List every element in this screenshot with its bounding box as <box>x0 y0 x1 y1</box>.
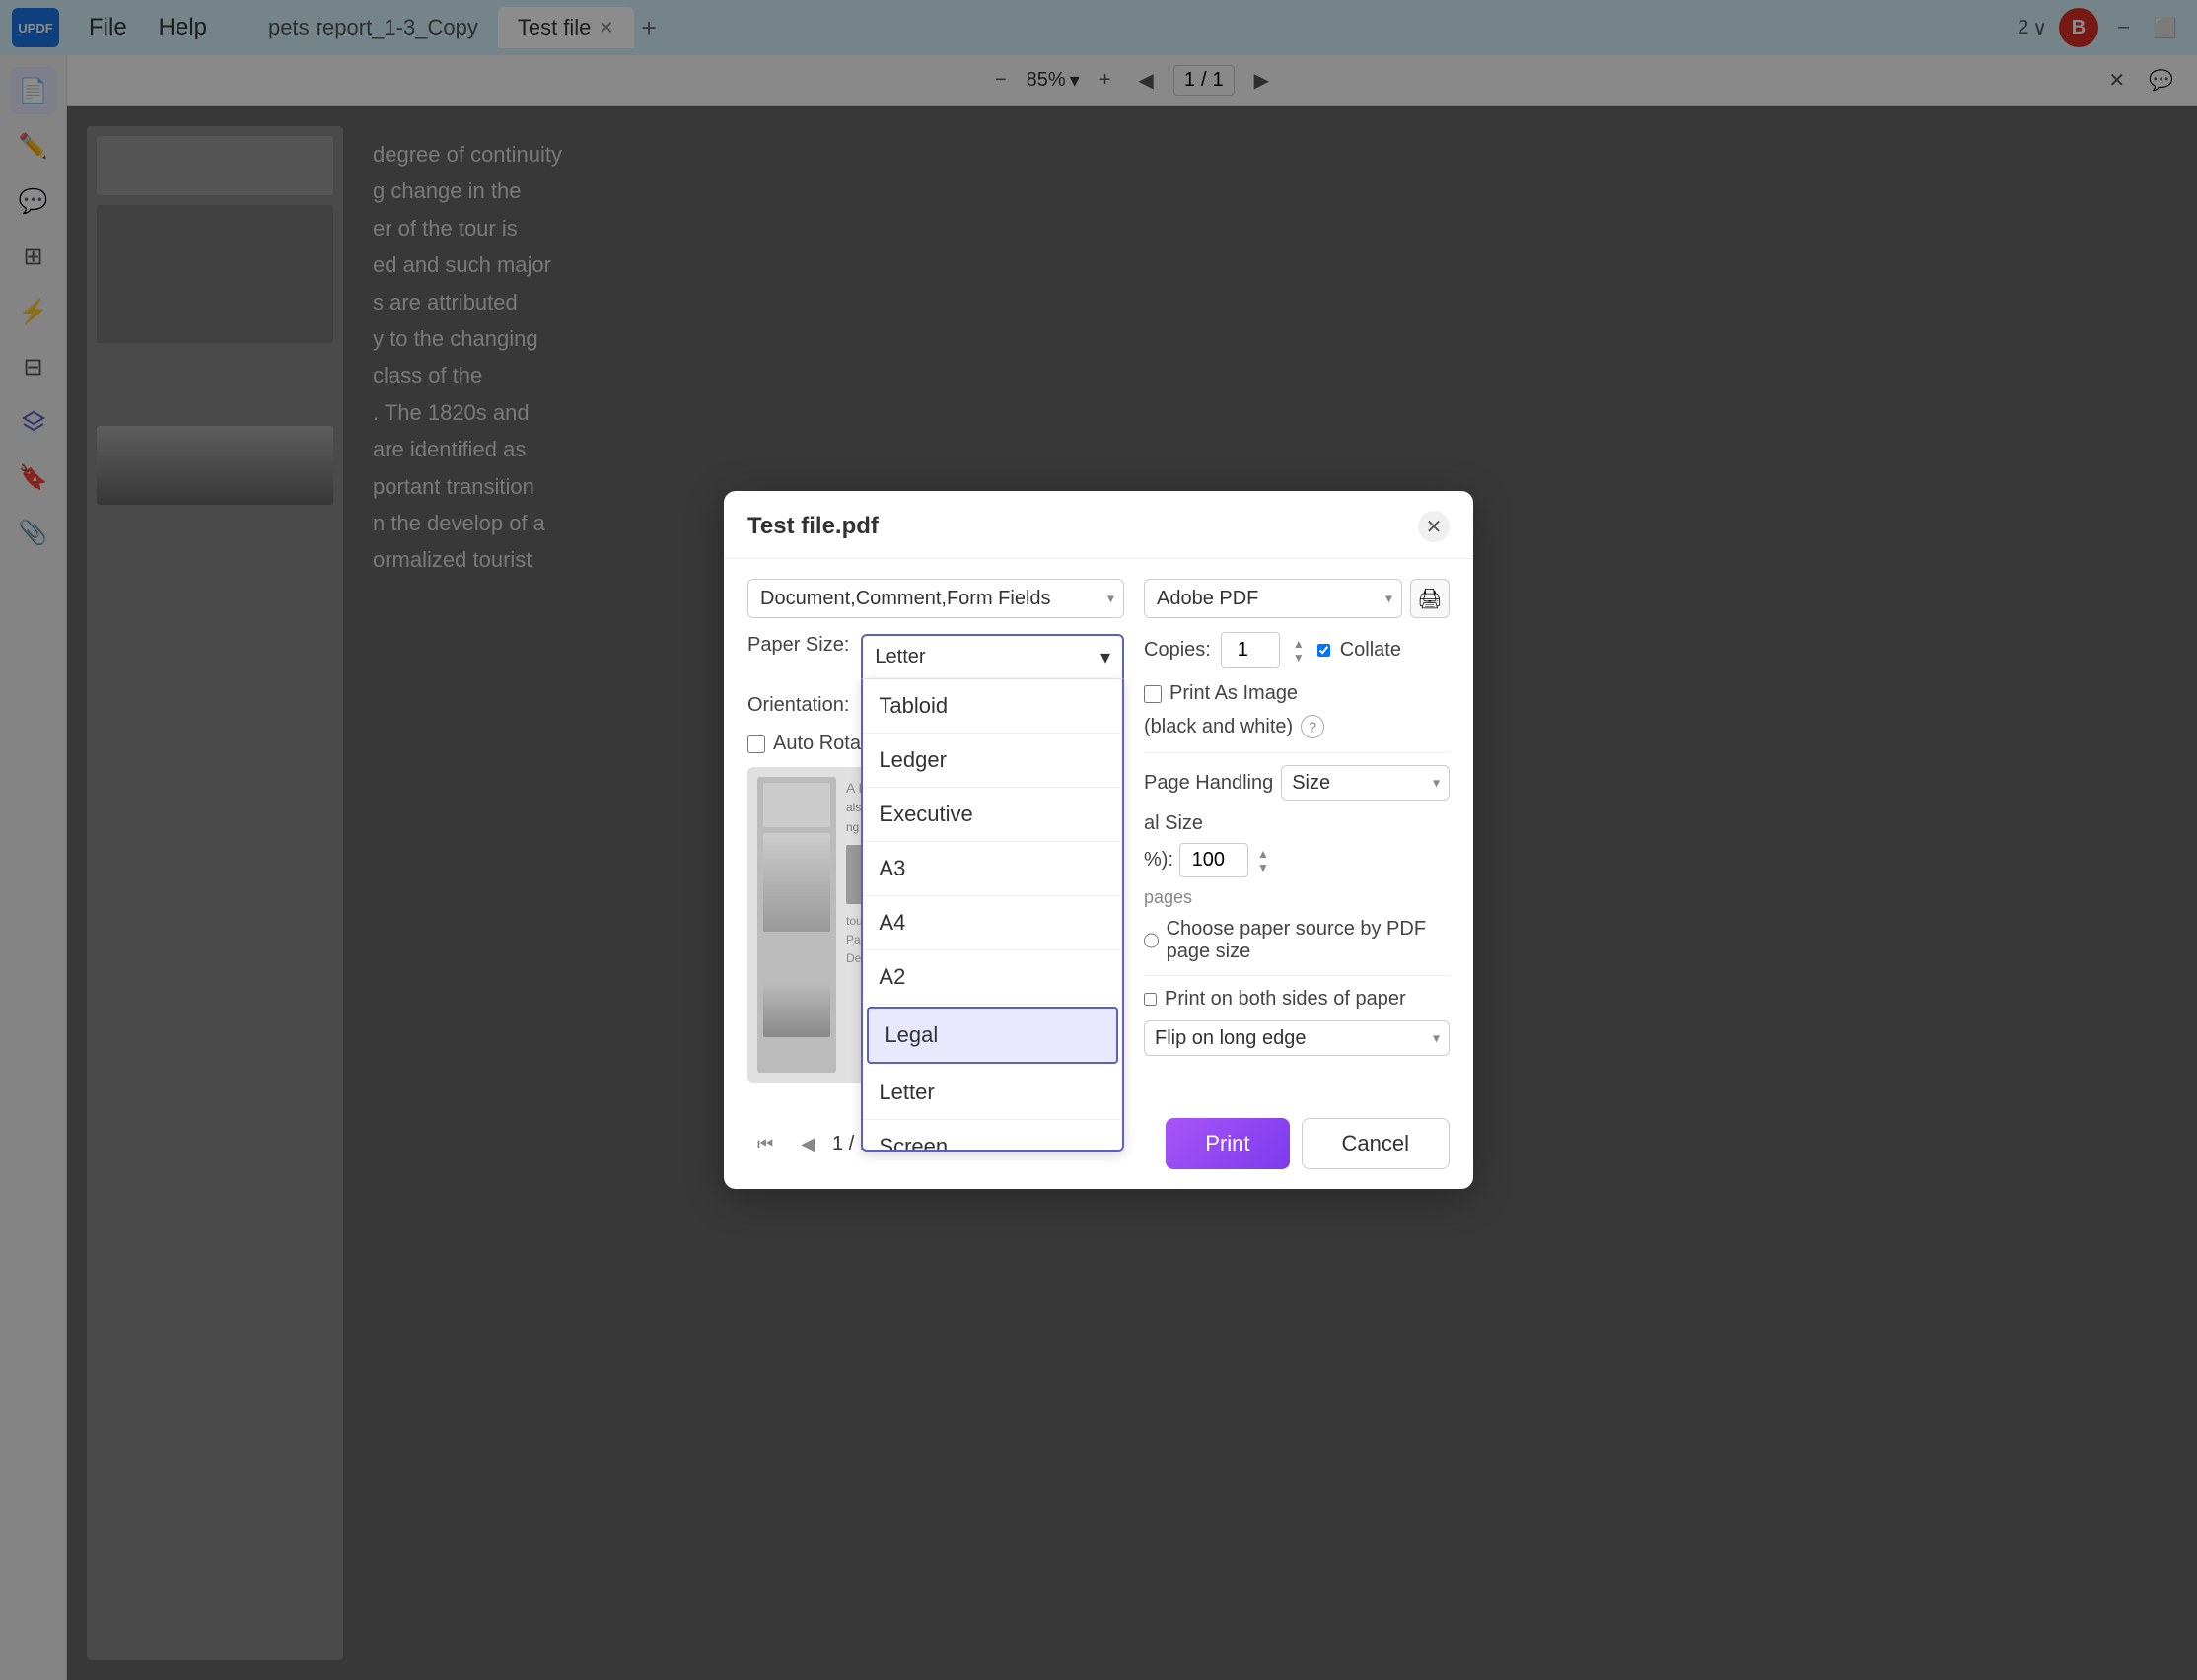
handling-select-wrapper: Size ▾ <box>1281 765 1450 801</box>
paper-option-a4[interactable]: A4 <box>863 896 1122 950</box>
page-first-button[interactable]: ⏮ <box>747 1128 783 1160</box>
cancel-button[interactable]: Cancel <box>1302 1118 1450 1169</box>
paper-option-legal[interactable]: Legal <box>867 1007 1118 1064</box>
pages-label: pages <box>1144 887 1192 907</box>
paper-option-a3[interactable]: A3 <box>863 842 1122 896</box>
paper-size-value: Letter <box>875 646 925 668</box>
paper-source-radio[interactable] <box>1144 932 1159 949</box>
paper-size-dropdown-container: Letter ▾ Tabloid Ledger Executive A3 A4 … <box>861 634 1124 678</box>
flip-select[interactable]: Flip on long edge Flip on short edge <box>1144 1020 1450 1056</box>
custom-size-row: al Size <box>1144 812 1450 835</box>
copies-down[interactable]: ▼ <box>1290 651 1308 665</box>
percent-down[interactable]: ▼ <box>1254 861 1272 875</box>
both-sides-row: Print on both sides of paper <box>1144 988 1450 1011</box>
paper-option-a2[interactable]: A2 <box>863 950 1122 1005</box>
paper-size-label: Paper Size: <box>747 634 849 657</box>
print-as-image-label: Print As Image <box>1169 682 1298 705</box>
dialog-title: Test file.pdf <box>747 513 879 540</box>
print-button[interactable]: Print <box>1166 1118 1289 1169</box>
handling-label: Page Handling <box>1144 772 1273 795</box>
paper-size-trigger[interactable]: Letter ▾ <box>861 634 1124 678</box>
dialog-right-column: Adobe PDF ▾ 🖨 Copies: ▲ ▼ Collate <box>1144 579 1450 1083</box>
color-help-icon[interactable]: ? <box>1301 715 1324 738</box>
paper-option-tabloid[interactable]: Tabloid <box>863 679 1122 734</box>
print-dialog: Test file.pdf ✕ Document,Comment,Form Fi… <box>724 491 1473 1189</box>
color-label: (black and white) <box>1144 716 1293 738</box>
percent-spinner: ▲ ▼ <box>1254 847 1272 875</box>
collate-checkbox[interactable] <box>1317 644 1330 657</box>
dialog-body: Document,Comment,Form Fields ▾ Paper Siz… <box>724 559 1473 1102</box>
dialog-header: Test file.pdf ✕ <box>724 491 1473 559</box>
copies-input[interactable] <box>1221 632 1280 668</box>
handling-row: Page Handling Size ▾ <box>1144 765 1450 801</box>
copies-label: Copies: <box>1144 639 1211 662</box>
paper-option-ledger[interactable]: Ledger <box>863 734 1122 788</box>
page-prev-button[interactable]: ◀ <box>791 1128 824 1160</box>
orientation-label: Orientation: <box>747 694 849 717</box>
divider-1 <box>1144 752 1450 753</box>
paper-size-dropdown: Tabloid Ledger Executive A3 A4 A2 Legal … <box>861 678 1124 1152</box>
pages-text: pages <box>1144 887 1450 908</box>
percent-input-row: %): ▲ ▼ <box>1144 843 1450 877</box>
percent-input[interactable] <box>1179 843 1248 877</box>
paper-option-screen[interactable]: Screen <box>863 1120 1122 1152</box>
dialog-close-button[interactable]: ✕ <box>1418 511 1450 542</box>
printer-select[interactable]: Adobe PDF <box>1144 579 1402 618</box>
paper-source-label: Choose paper source by PDF page size <box>1167 918 1450 963</box>
color-row: (black and white) ? <box>1144 715 1450 738</box>
percent-up[interactable]: ▲ <box>1254 847 1272 861</box>
both-sides-label: Print on both sides of paper <box>1165 988 1406 1011</box>
handling-select[interactable]: Size <box>1281 765 1450 801</box>
collate-label: Collate <box>1340 639 1401 662</box>
paper-option-letter[interactable]: Letter <box>863 1066 1122 1120</box>
flip-select-wrapper: Flip on long edge Flip on short edge ▾ <box>1144 1020 1450 1056</box>
copies-up[interactable]: ▲ <box>1290 637 1308 651</box>
content-row: Document,Comment,Form Fields ▾ <box>747 579 1124 618</box>
printer-row: Adobe PDF ▾ 🖨 <box>1144 579 1450 618</box>
content-select[interactable]: Document,Comment,Form Fields <box>747 579 1124 618</box>
paper-option-executive[interactable]: Executive <box>863 788 1122 842</box>
both-sides-checkbox[interactable] <box>1144 993 1157 1006</box>
dialog-actions: Print Cancel <box>1166 1118 1450 1169</box>
paper-size-row: Paper Size: Letter ▾ Tabloid Ledger Exec… <box>747 634 1124 678</box>
printer-settings-button[interactable]: 🖨 <box>1410 579 1450 618</box>
print-as-image-row: Print As Image <box>1144 682 1450 705</box>
print-as-image-checkbox[interactable] <box>1144 685 1162 703</box>
percent-label: %): <box>1144 849 1173 872</box>
copies-spinner: ▲ ▼ <box>1290 637 1308 665</box>
paper-source-row: Choose paper source by PDF page size <box>1144 918 1450 963</box>
custom-size-label: al Size <box>1144 812 1203 834</box>
dialog-left-column: Document,Comment,Form Fields ▾ Paper Siz… <box>747 579 1124 1083</box>
printer-select-wrapper: Adobe PDF ▾ <box>1144 579 1402 618</box>
content-select-wrapper: Document,Comment,Form Fields ▾ <box>747 579 1124 618</box>
auto-rotate-checkbox[interactable] <box>747 735 765 753</box>
paper-size-trigger-arrow: ▾ <box>1100 645 1110 669</box>
copies-row: Copies: ▲ ▼ Collate <box>1144 632 1450 668</box>
divider-2 <box>1144 975 1450 976</box>
